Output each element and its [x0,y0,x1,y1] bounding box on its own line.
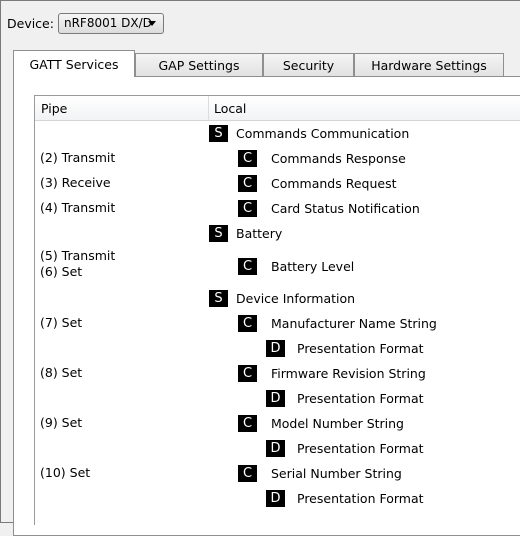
tab-gap-settings[interactable]: GAP Settings [135,53,263,76]
characteristic-icon: C [238,150,257,167]
list-item[interactable]: (5) Transmit (6) Set C Battery Level [35,246,520,286]
pipe-cell: (4) Transmit [40,200,116,215]
list-item[interactable]: (3) Receive C Commands Request [35,171,520,196]
local-cell: S Battery [209,224,282,243]
local-cell: D Presentation Format [266,439,424,458]
list-item[interactable]: (7) Set C Manufacturer Name String [35,311,520,336]
local-cell: C Model Number String [238,414,404,433]
list-item[interactable]: S Device Information [35,286,520,311]
device-dropdown[interactable]: nRF8001 DX/D [57,12,164,34]
window: Device: nRF8001 DX/D GATT Services GAP S… [0,0,520,536]
device-dropdown-value: nRF8001 DX/D [63,16,152,30]
local-label: Battery Level [271,259,355,274]
local-label: Commands Response [271,151,406,166]
gatt-services-panel: Pipe Local S Commands Communication (2) Tr… [13,76,520,536]
pipe-cell: (3) Receive [40,175,111,190]
local-label: Presentation Format [297,341,424,356]
descriptor-icon: D [266,390,285,407]
pipe-cell: (9) Set [40,415,83,430]
local-cell: C Manufacturer Name String [238,314,437,333]
local-label: Commands Communication [236,126,410,141]
descriptor-icon: D [266,440,285,457]
pipe-cell: (10) Set [40,465,91,480]
local-label: Firmware Revision String [271,366,426,381]
local-label: Presentation Format [297,441,424,456]
descriptor-icon: D [266,340,285,357]
list-item[interactable]: D Presentation Format [35,336,520,361]
characteristic-icon: C [238,258,257,275]
pipe-cell: (5) Transmit (6) Set [40,248,116,279]
list-item[interactable]: (8) Set C Firmware Revision String [35,361,520,386]
local-cell: C Battery Level [238,257,354,276]
service-icon: S [209,125,228,142]
list-item[interactable]: S Commands Communication [35,121,520,146]
characteristic-icon: C [238,415,257,432]
local-label: Manufacturer Name String [271,316,437,331]
pipe-cell: (2) Transmit [40,150,116,165]
list-header: Pipe Local [35,96,520,121]
service-icon: S [209,225,228,242]
column-header-pipe[interactable]: Pipe [41,96,67,120]
list-item[interactable]: (9) Set C Model Number String [35,411,520,436]
characteristic-icon: C [238,365,257,382]
local-cell: C Serial Number String [238,464,402,483]
list-item[interactable]: D Presentation Format [35,386,520,411]
characteristic-icon: C [238,465,257,482]
tab-strip: GATT Services GAP Settings Security Hard… [13,50,520,77]
local-cell: C Firmware Revision String [238,364,426,383]
list-item[interactable]: D Presentation Format [35,436,520,461]
local-cell: S Device Information [209,289,355,308]
characteristic-icon: C [238,315,257,332]
device-label: Device: [7,15,54,31]
local-cell: C Commands Response [238,149,406,168]
pipe-cell: (7) Set [40,315,83,330]
local-label: Device Information [236,291,356,306]
list-rows: S Commands Communication (2) Transmit C Comm… [35,121,520,511]
characteristic-icon: C [238,175,257,192]
device-row: Device: nRF8001 DX/D [7,11,164,35]
local-label: Serial Number String [271,466,402,481]
tab-security[interactable]: Security [263,53,354,76]
list-item[interactable]: (10) Set C Serial Number String [35,461,520,486]
descriptor-icon: D [266,490,285,507]
list-item[interactable]: S Battery [35,221,520,246]
column-divider[interactable] [208,96,209,120]
local-label: Presentation Format [297,491,424,506]
local-label: Battery [236,226,283,241]
service-icon: S [209,290,228,307]
pipe-cell: (8) Set [40,365,83,380]
local-label: Commands Request [271,176,397,191]
chevron-down-icon[interactable] [147,20,156,26]
tab-gatt-services[interactable]: GATT Services [13,50,135,77]
list-item[interactable]: (4) Transmit C Card Status Notification [35,196,520,221]
local-label: Model Number String [271,416,404,431]
local-label: Card Status Notification [271,201,420,216]
local-cell: D Presentation Format [266,389,424,408]
local-cell: C Commands Request [238,174,397,193]
local-cell: D Presentation Format [266,489,424,508]
local-cell: D Presentation Format [266,339,424,358]
tab-hardware-settings[interactable]: Hardware Settings [354,53,504,76]
local-cell: S Commands Communication [209,124,409,143]
list-item[interactable]: D Presentation Format [35,486,520,511]
column-header-local[interactable]: Local [214,96,246,120]
services-list[interactable]: Pipe Local S Commands Communication (2) Tr… [34,95,520,525]
list-item[interactable]: (2) Transmit C Commands Response [35,146,520,171]
local-cell: C Card Status Notification [238,199,420,218]
characteristic-icon: C [238,200,257,217]
local-label: Presentation Format [297,391,424,406]
